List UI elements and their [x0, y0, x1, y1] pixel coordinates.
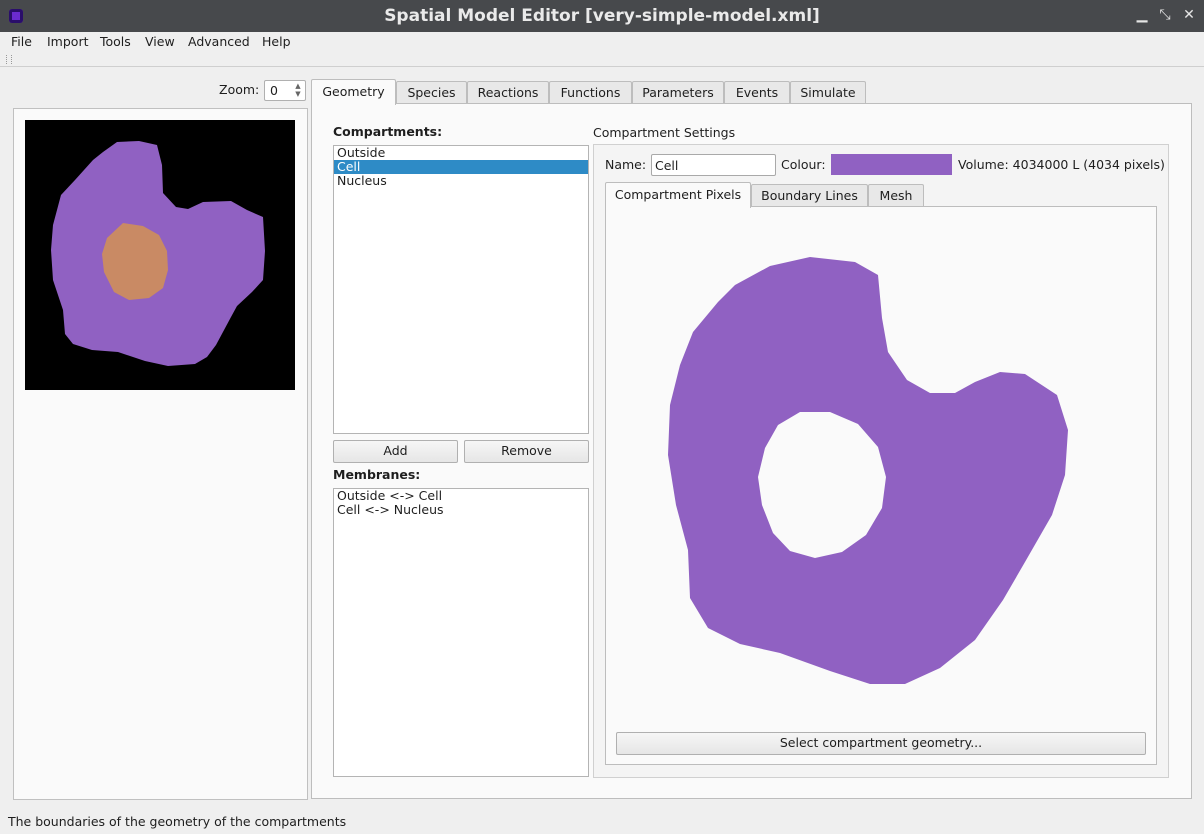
spin-arrows-icon[interactable]: ▲ ▼: [293, 82, 303, 99]
menu-view[interactable]: View: [145, 34, 175, 49]
tab-functions[interactable]: Functions: [549, 81, 632, 103]
zoom-spinbox[interactable]: 0 ▲ ▼: [264, 80, 306, 101]
compartments-label: Compartments:: [333, 124, 443, 139]
window-title: Spatial Model Editor [very-simple-model.…: [384, 6, 820, 26]
restore-icon[interactable]: ⤡: [1156, 6, 1174, 24]
remove-button[interactable]: Remove: [464, 440, 589, 463]
list-item[interactable]: Cell <-> Nucleus: [334, 503, 588, 517]
status-bar: The boundaries of the geometry of the co…: [0, 810, 1204, 834]
select-geometry-button[interactable]: Select compartment geometry...: [616, 732, 1146, 755]
name-field[interactable]: Cell: [651, 154, 776, 176]
toolbar: [0, 52, 1204, 67]
compartments-list[interactable]: Outside Cell Nucleus: [333, 145, 589, 434]
tab-simulate[interactable]: Simulate: [790, 81, 866, 103]
colour-button[interactable]: [831, 154, 952, 175]
colour-label: Colour:: [781, 157, 826, 172]
title-bar: Spatial Model Editor [very-simple-model.…: [0, 0, 1204, 32]
add-button[interactable]: Add: [333, 440, 458, 463]
list-item[interactable]: Outside <-> Cell: [334, 489, 588, 503]
volume-text: Volume: 4034000 L (4034 pixels): [958, 157, 1165, 172]
tab-parameters[interactable]: Parameters: [632, 81, 724, 103]
menu-advanced[interactable]: Advanced: [188, 34, 250, 49]
tab-reactions[interactable]: Reactions: [467, 81, 549, 103]
geometry-image[interactable]: [25, 120, 295, 390]
menu-file[interactable]: File: [11, 34, 32, 49]
cell-compartment-shape: [668, 257, 1068, 684]
zoom-label: Zoom:: [219, 82, 260, 97]
tab-events[interactable]: Events: [724, 81, 790, 103]
membranes-list[interactable]: Outside <-> Cell Cell <-> Nucleus: [333, 488, 589, 777]
list-item[interactable]: Nucleus: [334, 174, 588, 188]
tab-geometry[interactable]: Geometry: [311, 79, 396, 105]
menu-import[interactable]: Import: [47, 34, 89, 49]
list-item[interactable]: Outside: [334, 146, 588, 160]
name-label: Name:: [605, 157, 647, 172]
list-item[interactable]: Cell: [334, 160, 588, 174]
tab-mesh[interactable]: Mesh: [868, 184, 924, 206]
membranes-label: Membranes:: [333, 467, 421, 482]
tab-compartment-pixels[interactable]: Compartment Pixels: [605, 182, 751, 208]
menu-tools[interactable]: Tools: [100, 34, 131, 49]
toolbar-grip-icon[interactable]: [6, 55, 12, 64]
menu-bar: File Import Tools View Advanced Help: [0, 32, 1204, 52]
minimize-icon[interactable]: ▁: [1133, 6, 1151, 24]
compartment-settings-title: Compartment Settings: [593, 125, 736, 140]
name-value: Cell: [655, 158, 679, 173]
menu-help[interactable]: Help: [262, 34, 291, 49]
zoom-value: 0: [270, 83, 278, 98]
close-icon[interactable]: ✕: [1180, 6, 1198, 24]
compartment-pixels-image[interactable]: [640, 240, 1120, 710]
tab-species[interactable]: Species: [396, 81, 467, 103]
tab-boundary-lines[interactable]: Boundary Lines: [751, 184, 868, 206]
status-text: The boundaries of the geometry of the co…: [8, 814, 347, 829]
